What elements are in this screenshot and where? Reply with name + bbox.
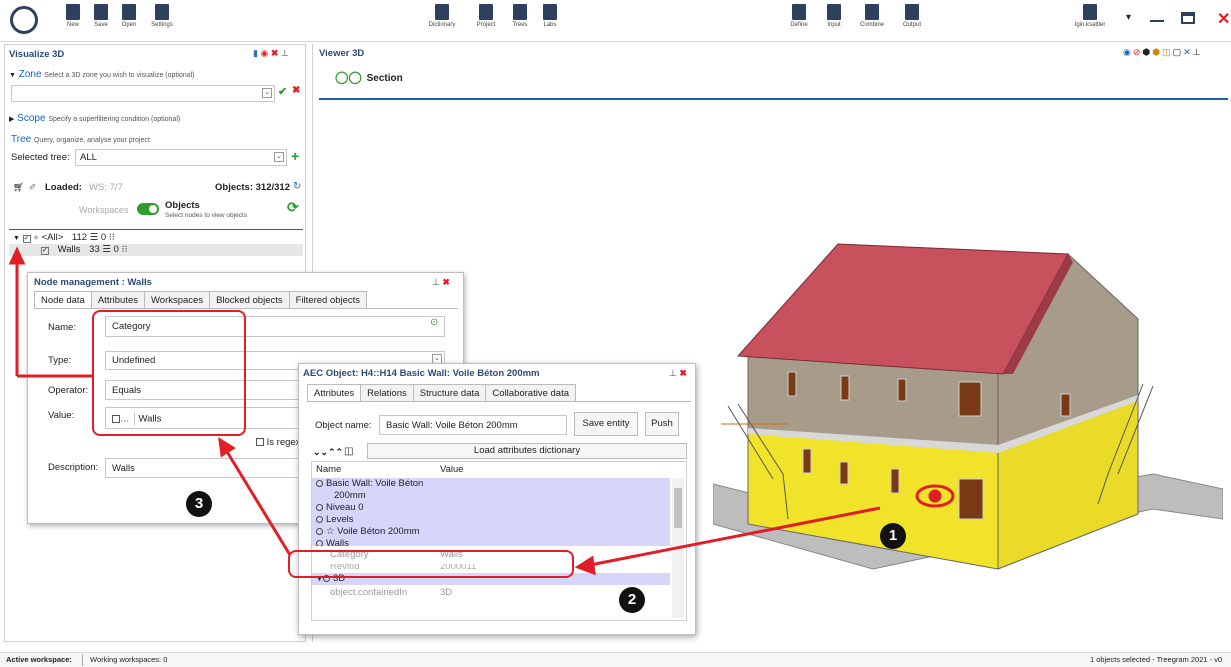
callout-2: 2 bbox=[619, 587, 645, 613]
status-separator bbox=[82, 654, 83, 666]
status-right: 1 objects selected - Treegram 2021 - v0 bbox=[1090, 655, 1223, 664]
working-workspaces: Working workspaces: 0 bbox=[90, 655, 168, 664]
status-bar: Active workspace: Working workspaces: 0 … bbox=[0, 652, 1231, 667]
callout-3: 3 bbox=[186, 491, 212, 517]
annotation-arrows bbox=[8, 246, 881, 576]
active-workspace-label: Active workspace: bbox=[6, 655, 72, 664]
callout-1: 1 bbox=[880, 523, 906, 549]
